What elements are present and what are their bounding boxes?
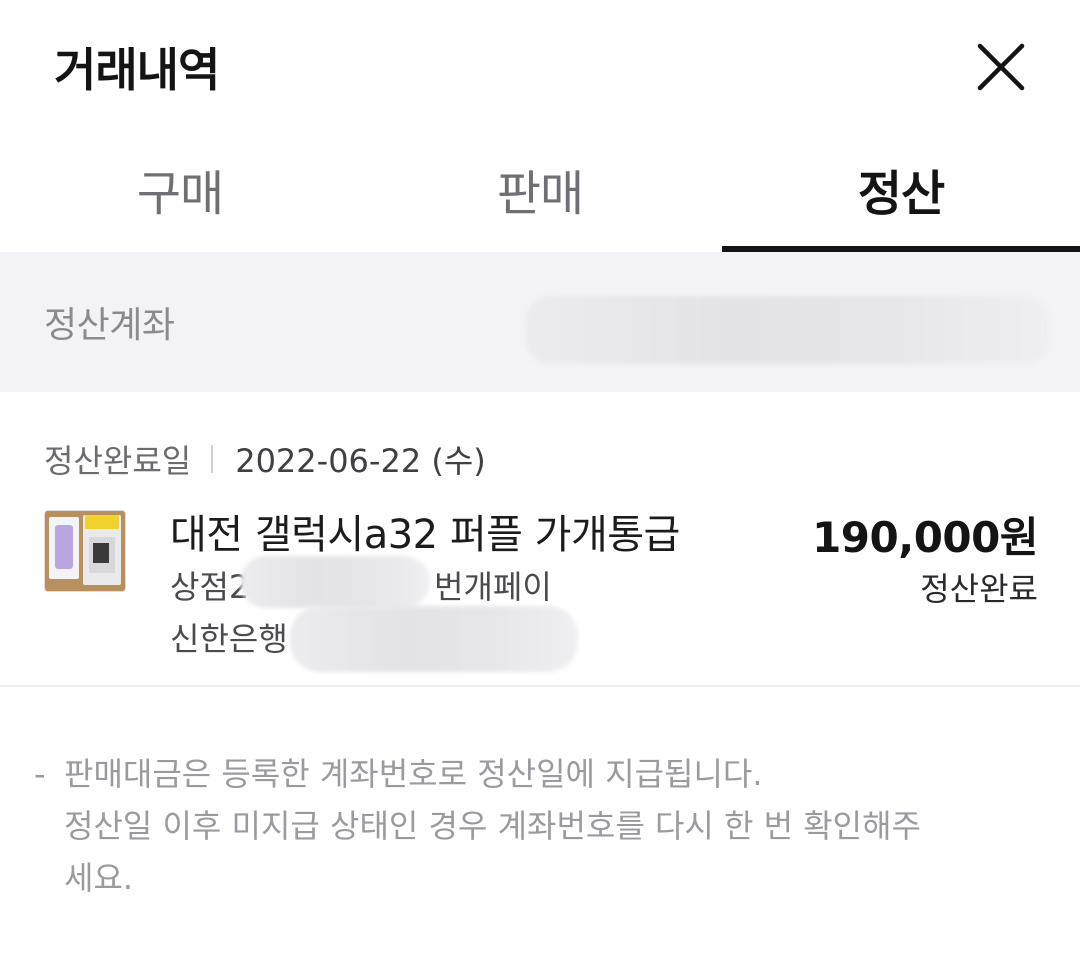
tab-settlement-label: 정산 — [857, 166, 945, 222]
close-icon — [977, 43, 1025, 91]
notice-line-3: 세요. — [64, 859, 134, 897]
store-line: 상점2 — [170, 562, 249, 608]
close-button[interactable] — [972, 38, 1030, 96]
tab-sales[interactable]: 판매 — [360, 140, 720, 248]
settlement-date: 2022-06-22 (수) — [235, 442, 486, 480]
store-name-prefix: 상점2 — [170, 568, 250, 606]
header: 거래내역 — [0, 0, 1080, 130]
redacted-account-number — [526, 296, 1050, 364]
settlement-notice: - 판매대금은 등록한 계좌번호로 정산일에 지급됩니다. 정산일 이후 미지급… — [34, 748, 1044, 904]
product-image — [45, 511, 125, 591]
page-title: 거래내역 — [54, 43, 220, 97]
payment-method: 번개페이 — [434, 568, 552, 606]
product-thumbnail[interactable] — [44, 510, 126, 592]
redacted-bank-account — [290, 606, 578, 672]
divider — [0, 685, 1080, 687]
divider — [211, 445, 214, 473]
tab-sales-label: 판매 — [496, 166, 584, 222]
settlement-account-label: 정산계좌 — [44, 305, 175, 346]
tab-purchase[interactable]: 구매 — [0, 140, 360, 248]
tab-bar: 구매 판매 정산 — [0, 140, 1080, 254]
notice-bullet: - — [34, 755, 46, 793]
tab-settlement[interactable]: 정산 — [722, 140, 1080, 252]
settlement-status: 정산완료 — [920, 570, 1038, 608]
bank-name: 신한은행 — [170, 620, 288, 658]
settlement-date-label: 정산완료일 — [44, 442, 192, 480]
notice-line-1: 판매대금은 등록한 계좌번호로 정산일에 지급됩니다. — [64, 755, 763, 793]
item-title[interactable]: 대전 갤럭시a32 퍼플 가개통급 — [170, 502, 680, 560]
settlement-date-row: 정산완료일 2022-06-22 (수) — [44, 436, 486, 482]
redacted-store-name — [240, 556, 430, 608]
tab-purchase-label: 구매 — [136, 166, 224, 222]
notice-line-2: 정산일 이후 미지급 상태인 경우 계좌번호를 다시 한 번 확인해주 — [64, 807, 921, 845]
settlement-amount: 190,000원 — [812, 513, 1038, 562]
